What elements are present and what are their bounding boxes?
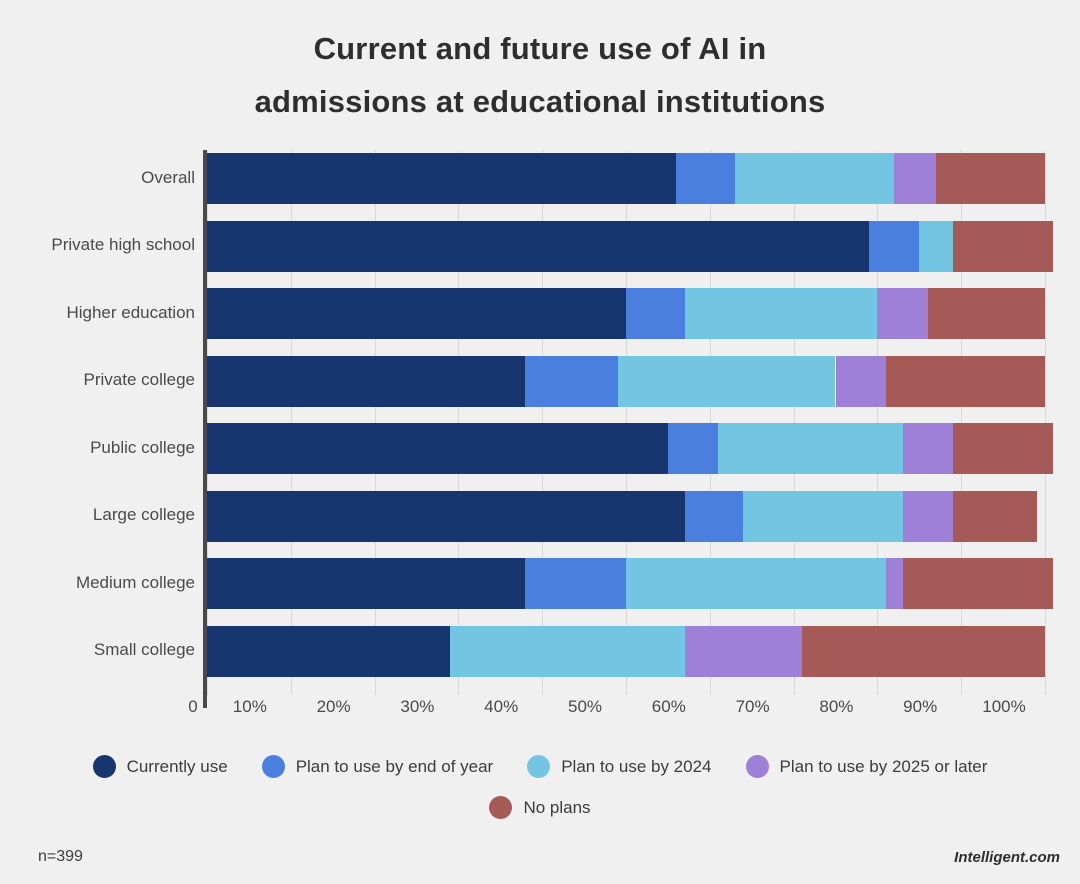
legend-swatch-icon <box>489 796 513 819</box>
bar-row <box>207 625 1045 677</box>
bar-segment <box>835 355 886 407</box>
bar-row <box>207 423 1054 474</box>
title-line-1: Current and future use of AI in <box>313 31 767 66</box>
bar-segment <box>734 153 895 204</box>
legend-row: Currently use Plan to use by end of year P… <box>0 755 1080 778</box>
legend-item[interactable]: Plan to use by end of year <box>261 755 494 778</box>
bar-segment <box>952 490 1037 542</box>
bar-segment <box>936 153 1045 204</box>
bar-segment <box>684 288 878 339</box>
brand-credit: Intelligent.com <box>954 849 1060 866</box>
bar-segment <box>902 558 1054 609</box>
legend-label: Plan to use by end of year <box>295 756 494 776</box>
bar-segment <box>525 558 626 609</box>
chart-legend: Currently use Plan to use by end of year P… <box>0 755 1080 837</box>
bar-segment <box>684 625 802 677</box>
legend-swatch-icon <box>745 755 769 778</box>
legend-label: No plans <box>523 797 591 817</box>
bar-segment <box>207 625 451 677</box>
bar-segment <box>869 220 920 272</box>
legend-label: Currently use <box>126 756 228 776</box>
bar-segment <box>207 153 677 204</box>
legend-swatch-icon <box>92 755 116 778</box>
bar-segment <box>617 355 836 407</box>
legend-item[interactable]: No plans <box>489 796 591 819</box>
legend-row: No plans <box>0 796 1080 819</box>
legend-item[interactable]: Plan to use by 2025 or later <box>745 755 988 778</box>
x-axis-tick-label: 50% <box>567 697 603 716</box>
bar-segment <box>626 558 886 609</box>
chart-container: Current and future use of AI in admissio… <box>0 0 1080 884</box>
bar-segment <box>207 355 526 407</box>
bar-row <box>207 153 1045 204</box>
bar-segment <box>952 220 1054 272</box>
y-axis-label: Private college <box>83 370 195 389</box>
y-axis-label: Overall <box>141 167 195 187</box>
bar-row <box>207 490 1045 542</box>
legend-label: Plan to use by 2024 <box>561 756 712 776</box>
bar-segment <box>207 423 668 474</box>
legend-swatch-icon <box>527 755 551 778</box>
bar-segment <box>885 355 1045 407</box>
legend-swatch-icon <box>261 755 285 778</box>
y-axis-label: Small college <box>93 640 195 659</box>
bar-segment <box>207 558 526 609</box>
bar-segment <box>207 490 685 542</box>
bar-segment <box>902 423 953 474</box>
bar-segment <box>801 625 1045 677</box>
x-axis-tick-label: 90% <box>903 697 938 716</box>
bar-segment <box>667 423 719 474</box>
y-axis-label: Higher education <box>66 302 195 322</box>
bar-segment <box>684 490 744 542</box>
bar-segment <box>894 153 937 204</box>
x-axis-tick-label: 60% <box>651 697 686 716</box>
y-axis-labels: Overall Private high school Higher educati… <box>0 150 195 695</box>
x-axis-tick-label: 10% <box>232 697 267 716</box>
bar-segment <box>919 220 953 272</box>
bar-segment <box>450 625 685 677</box>
bar-segment <box>902 490 953 542</box>
bar-segment <box>718 423 903 474</box>
title-line-2: admissions at educational institutions <box>254 84 826 120</box>
legend-label: Plan to use by 2025 or later <box>779 756 988 776</box>
page-title: Current and future use of AI in admissio… <box>0 22 1080 129</box>
bar-segment <box>676 153 735 204</box>
bar-segment <box>626 288 685 339</box>
bar-segment <box>885 558 903 609</box>
plot-area: Overall Private high school Higher educati… <box>0 150 1080 708</box>
x-axis-tick-label: 70% <box>735 697 770 716</box>
bar-segment <box>207 288 626 339</box>
y-axis-label: Public college <box>90 437 195 457</box>
x-axis-labels: 0 10% 20% 30% 40% 50% 60% 70% 80% 90% 100% <box>0 697 1080 727</box>
bars-and-gridlines <box>207 150 1054 695</box>
y-axis-label: Private high school <box>51 235 195 254</box>
bar-segment <box>927 288 1045 339</box>
sample-size-note: n=399 <box>38 848 83 865</box>
bar-row <box>207 288 1045 339</box>
x-axis-tick-label: 0 <box>188 697 198 716</box>
x-axis-tick-label: 40% <box>484 697 519 716</box>
bar-segment <box>952 423 1054 474</box>
x-axis-tick-label: 100% <box>982 697 1026 716</box>
y-axis-label: Medium college <box>75 572 195 592</box>
bar-segment <box>525 355 618 407</box>
bar-segment <box>743 490 903 542</box>
bar-segment <box>207 220 870 272</box>
x-axis-tick-label: 20% <box>316 697 351 716</box>
x-axis-tick-label: 80% <box>819 697 854 716</box>
x-axis-tick-label: 30% <box>400 697 435 716</box>
bar-row <box>207 220 1054 272</box>
legend-item[interactable]: Currently use <box>92 755 228 778</box>
legend-item[interactable]: Plan to use by 2024 <box>527 755 712 778</box>
bar-row <box>207 558 1054 609</box>
bar-segment <box>877 288 928 339</box>
bar-row <box>207 355 1045 407</box>
y-axis-label: Large college <box>92 505 195 524</box>
